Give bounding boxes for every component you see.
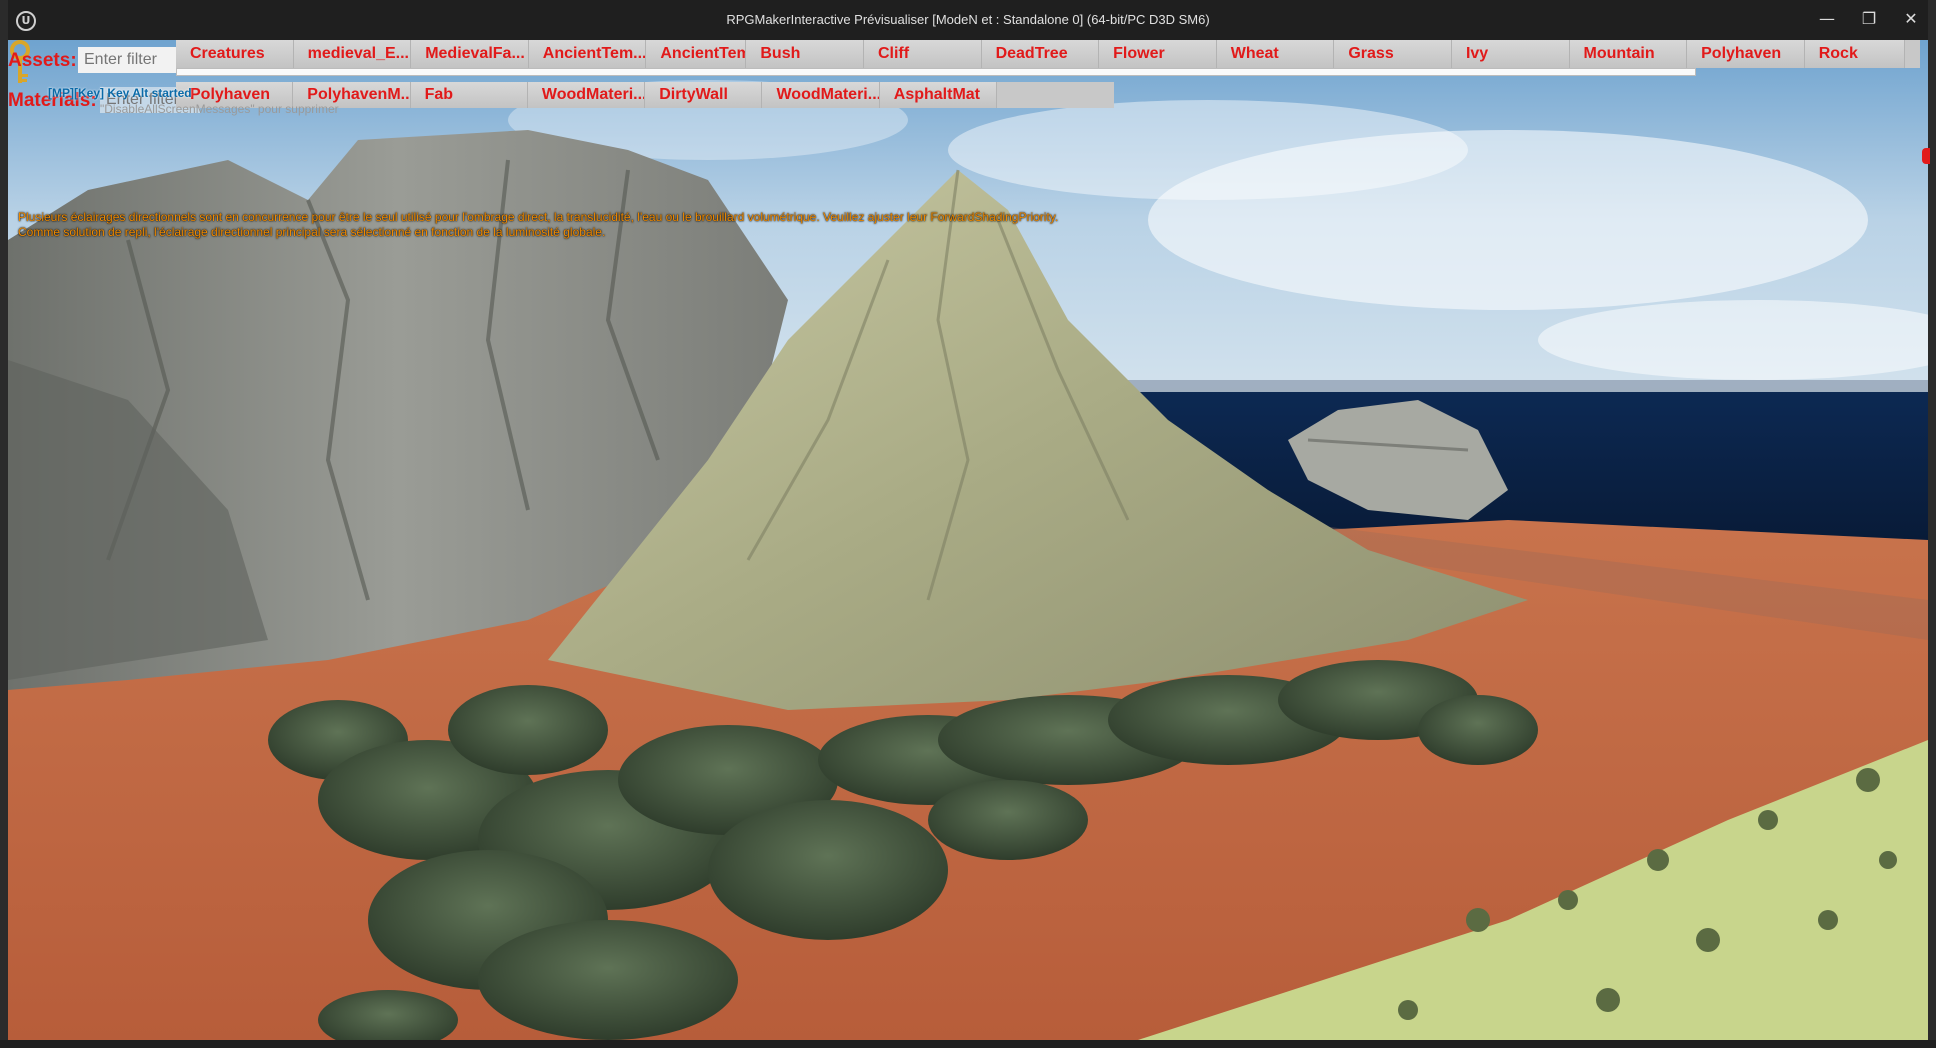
asset-button-deadtree[interactable]: DeadTree [981,40,1100,68]
window-title: RPGMakerInteractive Prévisualiser [ModeN… [726,12,1210,27]
asset-button-cliff[interactable]: Cliff [863,40,982,68]
assets-filter-input[interactable] [78,47,178,73]
material-button-woodmateri-2[interactable]: WoodMateri... [762,82,880,108]
debug-hint: "DisableAllScreenMessages" pour supprime… [100,102,339,116]
asset-button-ivy[interactable]: Ivy [1451,40,1570,68]
title-bar: U RPGMakerInteractive Prévisualiser [Mod… [8,0,1928,40]
asset-button-medieval-e[interactable]: medieval_E... [293,40,412,68]
scene-render [8,40,1928,1040]
warning-line-1: Plusieurs éclairages directionnels sont … [18,210,1059,224]
taskbar-strip [0,1040,1936,1048]
material-button-asphaltmat[interactable]: AsphaltMat [879,82,998,108]
close-button[interactable]: ✕ [1896,8,1926,30]
asset-button-rock[interactable]: Rock [1804,40,1905,68]
material-button-woodmateri-1[interactable]: WoodMateri... [527,82,646,108]
game-viewport[interactable]: Plusieurs éclairages directionnels sont … [8,40,1928,1040]
assets-label: Assets: [8,50,77,71]
asset-button-ancienttem-2[interactable]: AncientTem... [646,40,747,68]
debug-message: [MP][Key] Key Alt started [48,86,192,100]
asset-scroll-bar[interactable] [176,68,1696,76]
lighting-warning: Plusieurs éclairages directionnels sont … [18,210,1318,240]
asset-button-flower[interactable]: Flower [1099,40,1217,68]
asset-button-ancienttem-1[interactable]: AncientTem... [528,40,647,68]
minimize-button[interactable]: — [1812,8,1842,30]
asset-button-bush[interactable]: Bush [746,40,864,68]
material-button-dirtywall[interactable]: DirtyWall [645,82,763,108]
edge-indicator [1922,148,1930,164]
warning-line-2: Comme solution de repli, l'éclairage dir… [18,225,606,239]
maximize-button[interactable]: ❐ [1854,8,1884,30]
material-button-fab[interactable]: Fab [410,82,528,108]
assets-button-bar: Creatures medieval_E... MedievalFa... An… [176,40,1920,68]
game-window: U RPGMakerInteractive Prévisualiser [Mod… [8,0,1928,1040]
asset-button-grass[interactable]: Grass [1334,40,1452,68]
asset-button-medievalfa[interactable]: MedievalFa... [411,40,529,68]
asset-button-wheat[interactable]: Wheat [1216,40,1335,68]
asset-button-creatures[interactable]: Creatures [176,40,294,68]
asset-button-polyhaven[interactable]: Polyhaven [1687,40,1805,68]
asset-button-mountain[interactable]: Mountain [1569,40,1688,68]
